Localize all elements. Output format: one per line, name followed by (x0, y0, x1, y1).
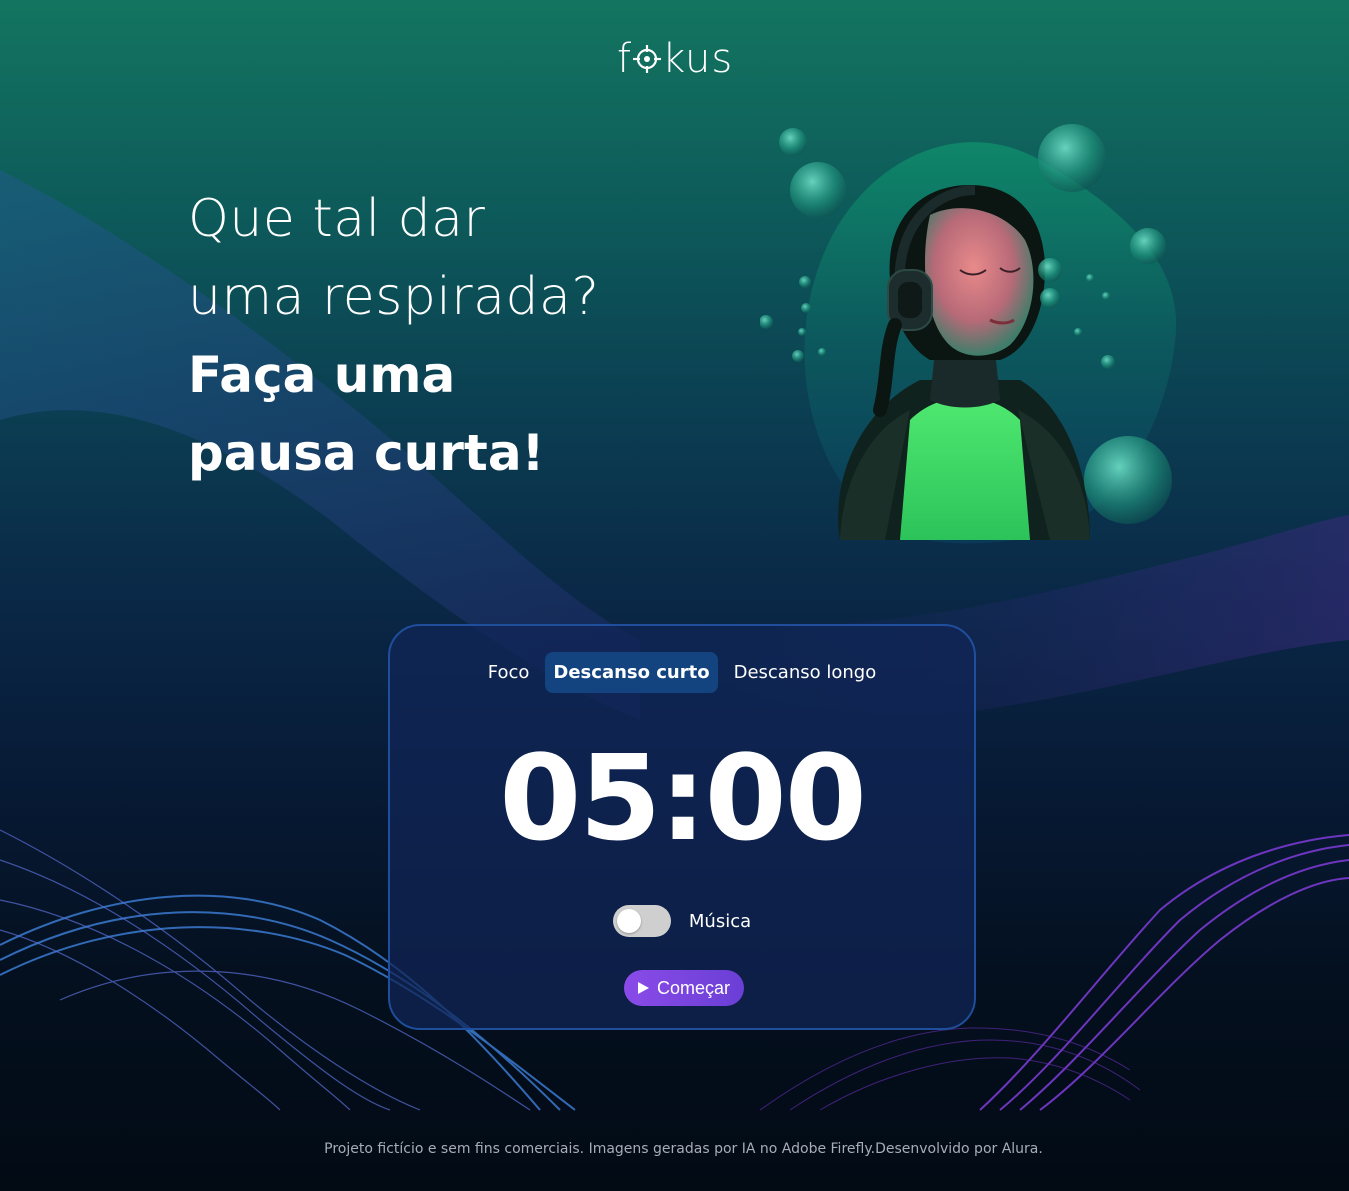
mode-tabs: Foco Descanso curto Descanso longo (390, 652, 974, 693)
music-toggle[interactable] (612, 905, 671, 937)
start-button[interactable]: Começar (624, 970, 744, 1006)
headline-line-2: uma respirada? (188, 267, 600, 327)
play-icon (637, 982, 649, 994)
hero-illustration (760, 124, 1177, 544)
music-toggle-row: Música (390, 905, 974, 937)
timer-card: Foco Descanso curto Descanso longo 05:00… (388, 624, 976, 1030)
toggle-knob (616, 909, 641, 933)
music-label: Música (688, 910, 752, 932)
logo-text-left: f (617, 36, 633, 82)
footer-text: Projeto fictício e sem fins comerciais. … (324, 1141, 1043, 1157)
fokus-logo: f kus (617, 34, 751, 84)
tab-descanso-curto[interactable]: Descanso curto (545, 652, 718, 693)
headline-line-3: Faça uma (188, 346, 456, 404)
timer-display: 05:00 (499, 729, 867, 867)
hero-headline: Que tal dar uma respirada? Faça uma paus… (188, 180, 708, 492)
start-button-label: Começar (656, 977, 731, 998)
headline-line-4: pausa curta! (188, 424, 545, 482)
headline-line-1: Que tal dar (188, 189, 486, 249)
logo-text-right: kus (662, 36, 734, 82)
tab-foco[interactable]: Foco (480, 652, 538, 693)
tab-descanso-longo[interactable]: Descanso longo (726, 652, 885, 693)
target-icon (633, 39, 662, 79)
